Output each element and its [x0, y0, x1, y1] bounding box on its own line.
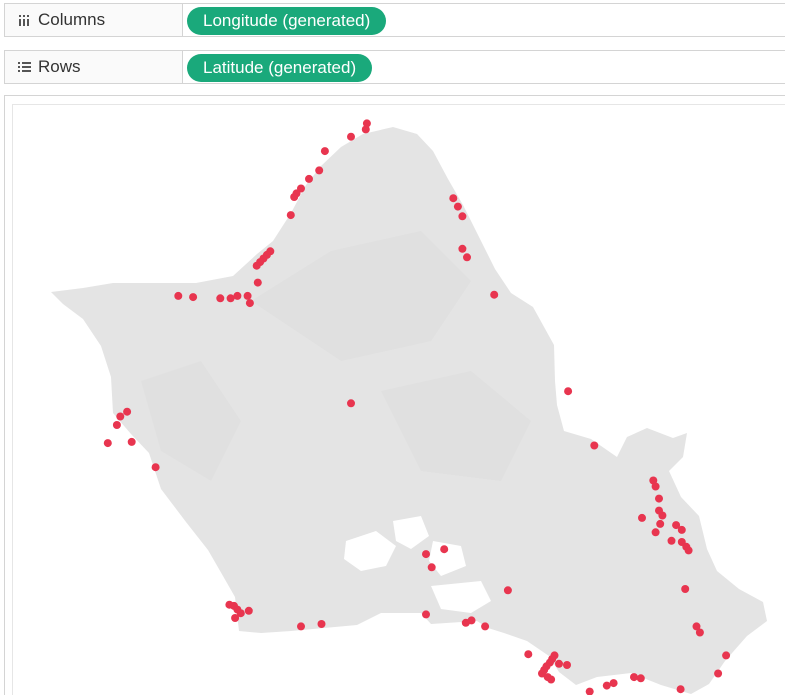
map-point[interactable]: [563, 661, 571, 669]
map-point[interactable]: [547, 675, 556, 684]
map-point[interactable]: [481, 622, 490, 631]
map-point[interactable]: [463, 253, 471, 262]
map-point[interactable]: [245, 299, 254, 308]
map-point[interactable]: [151, 463, 160, 472]
map-point[interactable]: [123, 407, 132, 416]
map-point[interactable]: [440, 545, 449, 554]
map-point[interactable]: [722, 651, 731, 660]
map-point[interactable]: [226, 294, 235, 303]
map-point[interactable]: [449, 194, 458, 203]
map-point[interactable]: [233, 291, 242, 300]
columns-label: Columns: [38, 10, 106, 29]
map-point[interactable]: [564, 387, 573, 396]
map-point[interactable]: [362, 119, 371, 128]
rows-shelf: Rows Latitude (generated): [4, 50, 785, 84]
map-point[interactable]: [347, 132, 355, 141]
map-point[interactable]: [458, 212, 467, 221]
map-point[interactable]: [315, 166, 324, 175]
map-point[interactable]: [297, 622, 305, 631]
map-point[interactable]: [467, 616, 476, 625]
map-point[interactable]: [453, 202, 462, 211]
map-point[interactable]: [524, 650, 533, 659]
map-point[interactable]: [630, 673, 638, 682]
map-point[interactable]: [244, 606, 253, 615]
map-point[interactable]: [103, 439, 112, 448]
map-point[interactable]: [427, 563, 436, 572]
columns-shelf-icon: [14, 14, 34, 26]
map-point[interactable]: [127, 437, 136, 446]
map-point[interactable]: [422, 550, 430, 559]
map-point[interactable]: [458, 244, 467, 253]
map-view[interactable]: [12, 104, 785, 695]
map-point[interactable]: [253, 278, 262, 287]
map-point[interactable]: [243, 291, 252, 300]
map-point[interactable]: [695, 628, 704, 637]
rows-shelf-icon: [14, 61, 34, 73]
map-point[interactable]: [216, 294, 225, 303]
map-point[interactable]: [655, 494, 663, 503]
map-point[interactable]: [585, 687, 594, 695]
map-point[interactable]: [638, 513, 646, 522]
map-point[interactable]: [317, 620, 326, 628]
map-point[interactable]: [636, 674, 645, 683]
map-point[interactable]: [555, 659, 563, 668]
rows-label: Rows: [38, 57, 81, 76]
map-point[interactable]: [189, 293, 198, 302]
map-point[interactable]: [116, 412, 125, 421]
latitude-pill[interactable]: Latitude (generated): [187, 54, 373, 82]
map-point[interactable]: [347, 399, 355, 408]
map-point[interactable]: [305, 174, 313, 183]
map-point[interactable]: [609, 679, 618, 688]
map-point[interactable]: [656, 519, 665, 528]
map-point[interactable]: [590, 441, 599, 450]
map-point[interactable]: [651, 482, 660, 491]
map-point[interactable]: [490, 290, 499, 299]
map-point[interactable]: [174, 291, 183, 300]
map-point[interactable]: [252, 261, 261, 270]
map-point[interactable]: [667, 536, 676, 545]
map-point[interactable]: [503, 586, 512, 595]
columns-shelf: Columns Longitude (generated): [4, 3, 785, 37]
map-point[interactable]: [677, 525, 686, 534]
map-point[interactable]: [112, 421, 121, 429]
map-point[interactable]: [602, 681, 611, 690]
map-point[interactable]: [684, 546, 693, 555]
map-point[interactable]: [290, 193, 299, 201]
map-point[interactable]: [714, 669, 723, 678]
map-point[interactable]: [676, 685, 685, 694]
map-point[interactable]: [286, 211, 295, 220]
map-canvas[interactable]: [13, 105, 785, 695]
rows-shelf-label: Rows: [5, 51, 183, 83]
map-point[interactable]: [651, 528, 660, 537]
map-point[interactable]: [655, 506, 663, 515]
map-point[interactable]: [231, 614, 240, 622]
longitude-pill[interactable]: Longitude (generated): [187, 7, 387, 35]
map-point[interactable]: [422, 610, 430, 619]
map-point[interactable]: [681, 585, 690, 593]
map-point[interactable]: [320, 147, 329, 156]
columns-shelf-label: Columns: [5, 4, 183, 36]
